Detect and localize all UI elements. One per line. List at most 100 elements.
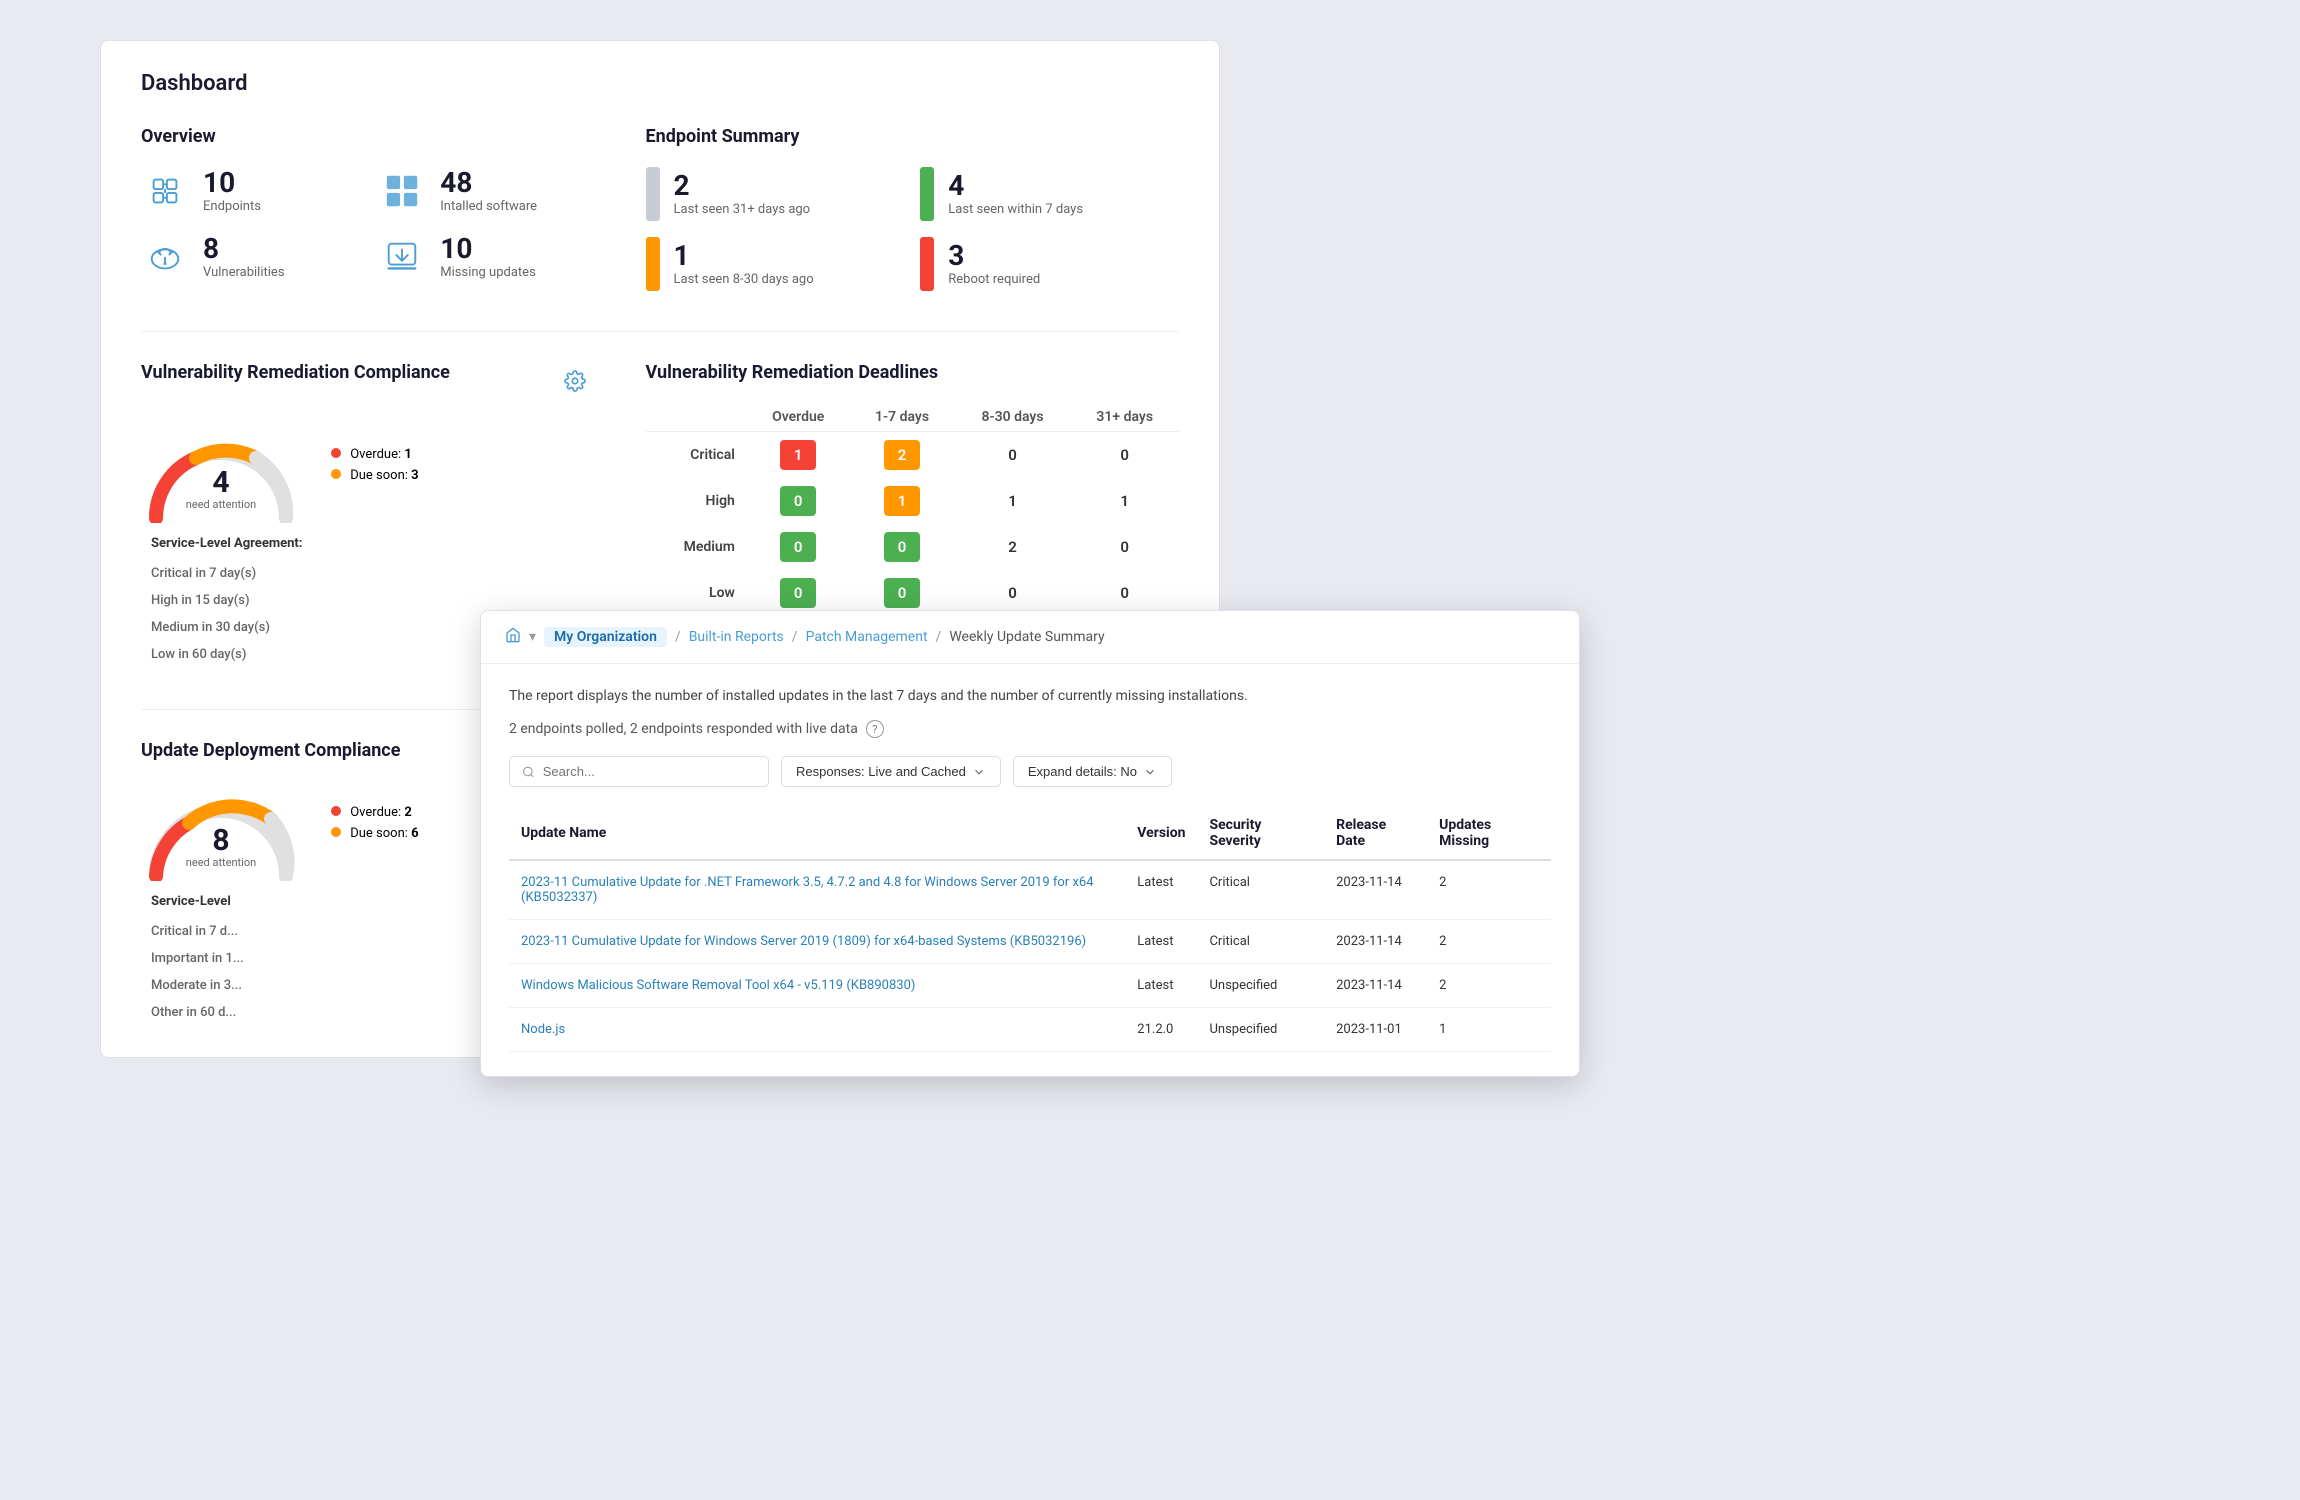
vrd-row-2: Medium0020	[646, 524, 1179, 570]
endpoint-label-1: Last seen within 7 days	[948, 202, 1083, 217]
vrd-col-31plus: 31+ days	[1070, 403, 1179, 432]
expand-label: Expand details: No	[1028, 764, 1137, 779]
vrd-cell-0-3: 0	[955, 432, 1071, 479]
report-cell-0-missing: 2	[1427, 860, 1551, 920]
endpoint-section: Endpoint Summary 2 Last seen 31+ days ag…	[646, 126, 1179, 291]
help-icon[interactable]: ?	[866, 720, 884, 738]
endpoint-item-0: 2 Last seen 31+ days ago	[646, 167, 905, 221]
endpoint-item-1: 4 Last seen within 7 days	[920, 167, 1179, 221]
report-filters: Responses: Live and Cached Expand detail…	[509, 756, 1551, 787]
vrd-cell-1-4: 1	[1070, 478, 1179, 524]
breadcrumb-patch[interactable]: Patch Management	[806, 629, 928, 645]
col-release-date: Release Date	[1324, 807, 1427, 860]
report-cell-2-severity: Unspecified	[1197, 964, 1324, 1008]
udc-legend: Overdue: 2 Due soon: 6	[331, 805, 419, 847]
vrd-cell-0-4: 0	[1070, 432, 1179, 479]
endpoint-label-0: Last seen 31+ days ago	[674, 202, 811, 217]
endpoints-label: Endpoints	[203, 199, 261, 214]
report-cell-1-version: Latest	[1125, 920, 1197, 964]
endpoint-bar-gray	[646, 167, 660, 221]
col-severity: Security Severity	[1197, 807, 1324, 860]
report-cell-3-version: 21.2.0	[1125, 1008, 1197, 1052]
endpoint-bar-orange	[646, 237, 660, 291]
breadcrumb-current: Weekly Update Summary	[949, 629, 1104, 645]
report-cell-1-missing: 2	[1427, 920, 1551, 964]
software-count: 48	[440, 168, 537, 199]
udc-duesoon-dot	[331, 827, 341, 837]
sla-header: Service-Level Agreement:	[143, 531, 584, 559]
endpoint-item-2: 1 Last seen 8-30 days ago	[646, 237, 905, 291]
col-update-name: Update Name	[509, 807, 1125, 860]
software-label: Intalled software	[440, 199, 537, 214]
report-cell-2-name[interactable]: Windows Malicious Software Removal Tool …	[509, 964, 1125, 1008]
vrc-header: Vulnerability Remediation Compliance	[141, 362, 586, 403]
endpoints-info: 10 Endpoints	[203, 168, 261, 214]
sla-row-critical: Critical in 7 day(s)	[143, 561, 584, 586]
vrc-gauge-area: 4 need attention Overdue: 1 Due soon:	[141, 423, 586, 513]
udc-duesoon-row: Due soon: 6	[331, 826, 419, 841]
report-cell-0-name[interactable]: 2023-11 Cumulative Update for .NET Frame…	[509, 860, 1125, 920]
responses-label: Responses: Live and Cached	[796, 764, 966, 779]
report-cell-0-version: Latest	[1125, 860, 1197, 920]
gear-icon[interactable]	[564, 370, 586, 396]
report-cell-3-missing: 1	[1427, 1008, 1551, 1052]
overdue-dot	[331, 448, 341, 458]
vrd-title: Vulnerability Remediation Deadlines	[646, 362, 1179, 383]
overview-grid: 10 Endpoints	[141, 167, 586, 281]
report-description: The report displays the number of instal…	[509, 688, 1551, 704]
chevron-down-icon	[972, 765, 986, 779]
vrc-overdue-row: Overdue: 1	[331, 447, 419, 462]
breadcrumb-org[interactable]: My Organization	[544, 627, 667, 647]
duesoon-dot	[331, 469, 341, 479]
vrd-row-0: Critical1200	[646, 432, 1179, 479]
report-cell-1-severity: Critical	[1197, 920, 1324, 964]
vrd-col-1-7: 1-7 days	[850, 403, 955, 432]
software-info: 48 Intalled software	[440, 168, 537, 214]
endpoint-bar-green	[920, 167, 934, 221]
endpoint-bar-red	[920, 237, 934, 291]
report-row-0: 2023-11 Cumulative Update for .NET Frame…	[509, 860, 1551, 920]
vrc-gauge-num: 4	[141, 468, 301, 498]
breadcrumb-sep-2: /	[792, 629, 798, 645]
breadcrumb-dropdown-icon: ▾	[529, 629, 536, 645]
vrd-cell-2-0: Medium	[646, 524, 747, 570]
vrd-row-1: High0111	[646, 478, 1179, 524]
endpoint-count-1: 4	[948, 171, 1083, 202]
report-body: The report displays the number of instal…	[481, 664, 1579, 1076]
report-cell-0-severity: Critical	[1197, 860, 1324, 920]
report-cell-0-release_date: 2023-11-14	[1324, 860, 1427, 920]
breadcrumb-home-icon[interactable]	[505, 627, 521, 647]
endpoints-icon	[141, 167, 189, 215]
report-cell-3-name[interactable]: Node.js	[509, 1008, 1125, 1052]
vrc-gauge: 4 need attention	[141, 423, 301, 513]
endpoints-count: 10	[203, 168, 261, 199]
responses-dropdown[interactable]: Responses: Live and Cached	[781, 756, 1001, 787]
software-icon	[378, 167, 426, 215]
endpoint-label-2: Last seen 8-30 days ago	[674, 272, 814, 287]
report-cell-1-name[interactable]: 2023-11 Cumulative Update for Windows Se…	[509, 920, 1125, 964]
endpoint-count-0: 2	[674, 171, 811, 202]
report-breadcrumb: ▾ My Organization / Built-in Reports / P…	[481, 611, 1579, 664]
overview-item-endpoints: 10 Endpoints	[141, 167, 348, 215]
vrd-cell-1-2: 1	[850, 478, 955, 524]
vrc-legend: Overdue: 1 Due soon: 3	[331, 447, 419, 489]
updates-info: 10 Missing updates	[440, 234, 536, 280]
col-version: Version	[1125, 807, 1197, 860]
udc-overdue-row: Overdue: 2	[331, 805, 419, 820]
search-box[interactable]	[509, 756, 769, 787]
search-icon	[522, 765, 535, 779]
report-cell-2-version: Latest	[1125, 964, 1197, 1008]
vrd-cell-0-0: Critical	[646, 432, 747, 479]
vrd-cell-2-1: 0	[747, 524, 850, 570]
vrd-cell-1-3: 1	[955, 478, 1071, 524]
endpoint-item-3: 3 Reboot required	[920, 237, 1179, 291]
search-input[interactable]	[543, 764, 756, 779]
page-wrapper: Dashboard Overview	[100, 40, 2200, 1440]
divider-1	[141, 331, 1179, 332]
udc-gauge-label: need attention	[141, 856, 301, 869]
breadcrumb-reports[interactable]: Built-in Reports	[689, 629, 784, 645]
expand-dropdown[interactable]: Expand details: No	[1013, 756, 1172, 787]
endpoint-summary-title: Endpoint Summary	[646, 126, 1179, 147]
updates-count: 10	[440, 234, 536, 265]
vrd-cell-2-4: 0	[1070, 524, 1179, 570]
